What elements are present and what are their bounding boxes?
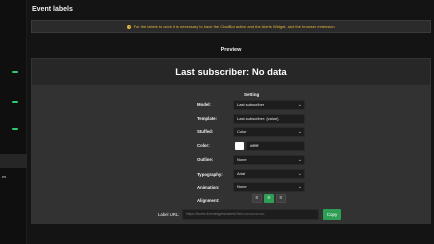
settings-panel [31,86,431,224]
color-label: Color: [197,143,210,148]
stuffed-select[interactable]: Color ⌄ [233,127,305,137]
outline-label: Outline: [197,157,214,162]
label-url-input[interactable]: https://botrix.live/widgets/labels?bid=•… [182,209,319,220]
template-value: Last subscriber: {value} [237,116,279,121]
model-label: Model: [197,102,211,107]
chevron-down-icon: ⌄ [297,102,302,108]
page-title: Event labels [32,6,73,13]
animation-select[interactable]: None ⌄ [233,182,305,192]
status-badge [12,128,18,130]
color-swatch[interactable] [235,142,244,150]
align-center-icon: ≡ [267,195,271,201]
chevron-down-icon: ⌄ [297,129,302,135]
preview-label: Preview [220,47,242,53]
sidebar-item-active[interactable] [0,154,27,168]
typography-label: Typography: [197,172,223,177]
template-label: Template: [197,116,217,121]
animation-value: None [237,184,247,189]
outline-value: None [237,157,247,162]
color-input[interactable]: #ffffff [246,141,305,151]
alignment-label: Alignment: [197,198,220,203]
typography-select[interactable]: Arial ⌄ [233,169,305,179]
align-left-icon: ≡ [255,195,259,201]
color-picker[interactable]: #ffffff [233,141,305,151]
align-left-button[interactable]: ≡ [252,194,262,203]
sidebar: es [0,0,27,244]
page-header: Event labels [27,0,434,20]
align-right-button[interactable]: ≡ [276,194,286,203]
sidebar-item-label[interactable]: es [0,172,27,182]
outline-select[interactable]: None ⌄ [233,155,305,165]
info-icon: ! [127,24,132,29]
info-alert: ! For the labels to work it is necessary… [31,20,431,33]
status-badge [12,101,18,103]
copy-button[interactable]: Copy [323,209,341,220]
model-value: Last subscriber [237,102,265,107]
chevron-down-icon: ⌄ [297,184,302,190]
template-input[interactable]: Last subscriber: {value} [233,114,305,124]
chevron-down-icon: ⌄ [297,171,302,177]
stuffed-label: Stuffed: [197,129,214,134]
status-badge [12,71,18,73]
settings-title: Setting [244,92,260,97]
stuffed-value: Color [237,129,247,134]
preview-panel: Last subscriber: No data [31,58,431,86]
align-center-button[interactable]: ≡ [264,194,274,203]
label-url-label: Label URL: [158,212,180,217]
animation-label: Animation: [197,185,220,190]
alert-text: For the labels to work it is necessary t… [133,24,335,29]
chevron-down-icon: ⌄ [297,157,302,163]
preview-text: Last subscriber: No data [175,67,287,78]
model-select[interactable]: Last subscriber ⌄ [233,100,305,110]
typography-value: Arial [237,171,246,176]
align-right-icon: ≡ [279,195,283,201]
